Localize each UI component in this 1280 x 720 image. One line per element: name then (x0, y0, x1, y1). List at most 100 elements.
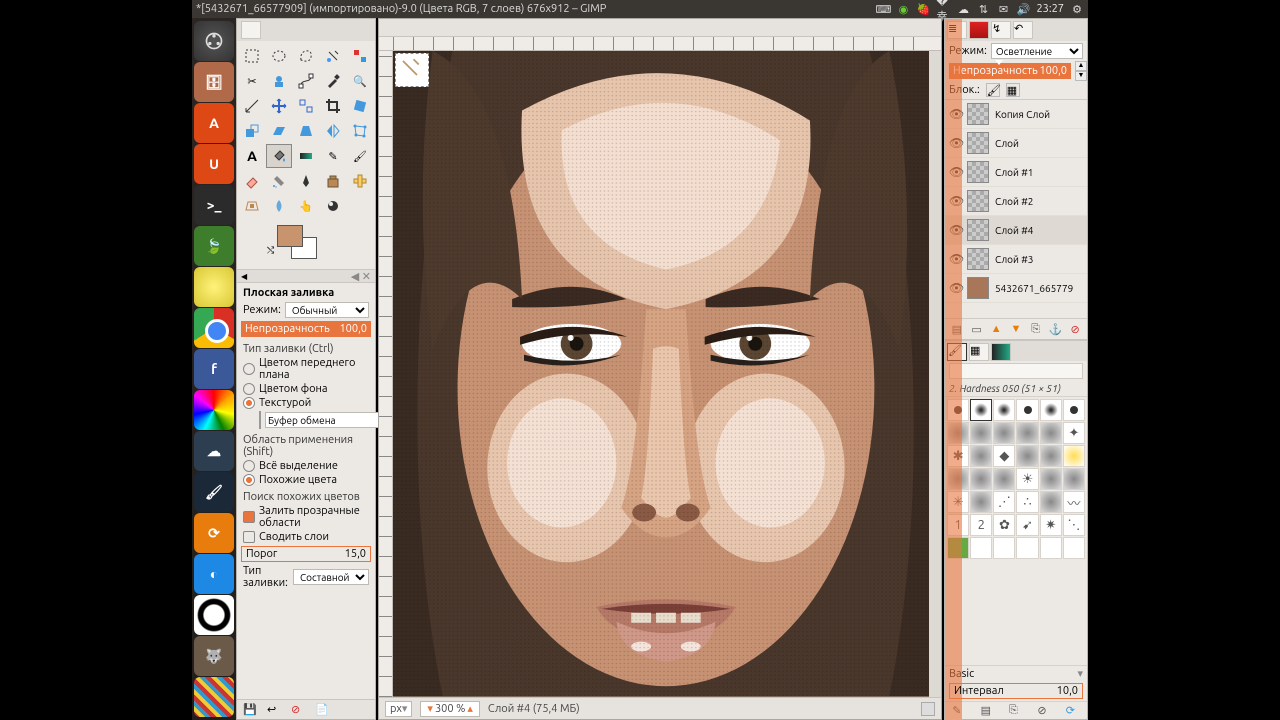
layer-opacity-slider[interactable]: Непрозрачность 100,0 (949, 63, 1071, 79)
blend-tool[interactable] (293, 144, 319, 168)
software-center-icon[interactable]: A (194, 103, 234, 143)
restore-options-icon[interactable]: ↩ (267, 703, 281, 717)
scissors-tool[interactable]: ✂ (239, 69, 265, 93)
brush-item[interactable] (993, 422, 1015, 444)
shear-tool[interactable] (266, 119, 292, 143)
check-merged[interactable] (243, 531, 255, 543)
brush-spacing-slider[interactable]: Интервал 10,0 (949, 683, 1083, 699)
layer-row[interactable]: 👁Слой #1 (945, 158, 1087, 187)
delete-brush-icon[interactable]: ⊘ (1037, 704, 1051, 718)
layer-row[interactable]: 👁5432671_665779 (945, 274, 1087, 303)
perspective-clone-tool[interactable] (239, 194, 265, 218)
reset-options-icon[interactable]: 📄 (315, 703, 329, 717)
zoom-control[interactable]: ▾300 %▴ (420, 701, 479, 717)
floating-selection[interactable] (395, 53, 429, 87)
layer-thumb[interactable] (967, 190, 989, 212)
save-options-icon[interactable]: 💾 (243, 703, 257, 717)
pencil-tool[interactable]: ✎ (320, 144, 346, 168)
brush-item[interactable]: ◆ (993, 445, 1015, 467)
layer-name[interactable]: Слой #1 (995, 167, 1033, 178)
brush-item[interactable]: ✷ (1040, 514, 1062, 536)
brush-item[interactable]: ∴ (1016, 491, 1038, 513)
rotate-tool[interactable] (347, 94, 373, 118)
terminal-icon[interactable]: >_ (194, 185, 234, 225)
lock-pixels-icon[interactable]: 🖌 (986, 83, 1000, 97)
brush-item[interactable]: ✿ (993, 514, 1015, 536)
layer-name[interactable]: 5432671_665779 (995, 283, 1073, 294)
brush-item[interactable] (1016, 422, 1038, 444)
smudge-tool[interactable]: 👆 (293, 194, 319, 218)
layer-thumb[interactable] (967, 103, 989, 125)
duplicate-layer-icon[interactable]: ⎘ (1029, 322, 1043, 336)
blur-tool[interactable] (266, 194, 292, 218)
layer-group-icon[interactable]: ▭ (970, 322, 984, 336)
rect-select-tool[interactable] (239, 44, 265, 68)
steam-icon[interactable]: ◉ (896, 2, 910, 16)
paths-tool[interactable] (293, 69, 319, 93)
color-swatches[interactable]: ⤭ (277, 225, 375, 265)
perspective-tool[interactable] (293, 119, 319, 143)
volume-icon[interactable]: 🔊 (1016, 2, 1030, 16)
paintbrush-tool[interactable]: 🖌 (347, 144, 373, 168)
foreground-select-tool[interactable] (266, 69, 292, 93)
mail-icon[interactable]: ✉ (996, 2, 1010, 16)
layer-row[interactable]: 👁Слой (945, 129, 1087, 158)
blender-icon[interactable]: ⟳ (194, 513, 234, 553)
canvas[interactable] (393, 51, 929, 697)
color-picker-tool[interactable] (320, 69, 346, 93)
mode-select[interactable]: Обычный (285, 302, 369, 318)
colorpicker-icon[interactable] (194, 390, 234, 430)
clone-tool[interactable] (320, 169, 346, 193)
zoom-down-icon[interactable]: ▾ (425, 702, 435, 715)
airbrush-tool[interactable] (266, 169, 292, 193)
ruler-vertical[interactable] (379, 51, 393, 697)
layer-row[interactable]: 👁Слой #3 (945, 245, 1087, 274)
fg-color-swatch[interactable] (277, 225, 303, 247)
cloud-icon[interactable]: ☁ (956, 2, 970, 16)
layer-name[interactable]: Слой #4 (995, 225, 1033, 236)
layer-row[interactable]: 👁Слой #2 (945, 187, 1087, 216)
close-icon[interactable]: ◀ ✕ (351, 270, 375, 283)
brush-item[interactable]: ➹ (1016, 514, 1038, 536)
chrome-icon[interactable] (194, 308, 234, 348)
app2-icon[interactable]: ◐ (194, 554, 234, 594)
channels-tab[interactable] (969, 21, 989, 39)
app3-icon[interactable] (194, 595, 234, 635)
unit-select[interactable]: px ▾ (385, 701, 412, 717)
midori-icon[interactable]: 🍃 (194, 226, 234, 266)
check-transparent[interactable] (243, 511, 255, 523)
brush-item[interactable] (970, 399, 992, 421)
layer-name[interactable]: Копия Слой (995, 109, 1050, 120)
anchor-layer-icon[interactable]: ⚓ (1048, 322, 1062, 336)
ink-tool[interactable] (293, 169, 319, 193)
layer-row[interactable]: 👁Копия Слой (945, 100, 1087, 129)
brush-item[interactable] (1063, 468, 1085, 490)
brush-item[interactable] (1040, 399, 1062, 421)
zoom-tool[interactable]: 🔍 (347, 69, 373, 93)
ellipse-select-tool[interactable] (266, 44, 292, 68)
crop-tool[interactable] (320, 94, 346, 118)
toolbox-tab[interactable] (241, 21, 261, 39)
app-icon[interactable] (194, 267, 234, 307)
app4-icon[interactable] (194, 677, 234, 717)
brush-item[interactable]: 2 (970, 514, 992, 536)
brush-item[interactable]: 〰 (1063, 491, 1085, 513)
brush-item[interactable] (1040, 445, 1062, 467)
fuzzy-select-tool[interactable] (320, 44, 346, 68)
clock[interactable]: 23:27 (1036, 3, 1064, 15)
options-divider[interactable]: ◀◀ ✕ (237, 269, 375, 283)
brush-item[interactable] (1063, 537, 1085, 559)
layer-down-icon[interactable]: ▼ (1009, 322, 1023, 336)
gear-icon[interactable]: ⚙ (1070, 2, 1084, 16)
mypaint-icon[interactable]: 🖌 (194, 472, 234, 512)
brush-item[interactable] (1063, 399, 1085, 421)
network-icon[interactable]: ⇅ (976, 2, 990, 16)
layer-mode-select[interactable]: Осветление (991, 43, 1083, 59)
brush-item[interactable] (970, 491, 992, 513)
align-tool[interactable] (293, 94, 319, 118)
radio-bg[interactable] (243, 383, 255, 395)
layer-thumb[interactable] (967, 161, 989, 183)
brush-item[interactable]: ⋱ (1063, 514, 1085, 536)
keyboard-icon[interactable]: ⌨ (876, 2, 890, 16)
measure-tool[interactable] (239, 94, 265, 118)
